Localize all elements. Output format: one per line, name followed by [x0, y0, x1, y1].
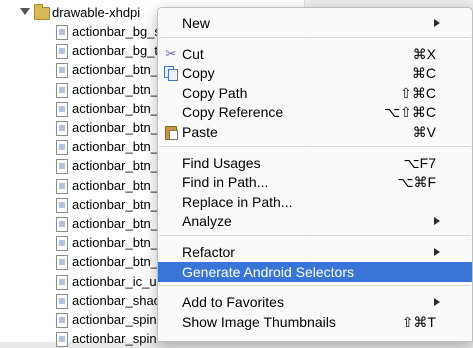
menu-item-label: Analyze	[182, 213, 232, 230]
menu-item-shortcut: ⇧⌘T	[401, 313, 436, 330]
file-name: actionbar_btn_	[72, 158, 159, 174]
image-file-icon	[56, 25, 68, 40]
paste-icon	[164, 125, 178, 140]
image-file-icon	[56, 178, 68, 194]
menu-item-replace-in-path[interactable]: Replace in Path...	[158, 192, 472, 212]
menu-item-shortcut: ⌘X	[412, 45, 436, 62]
menu-item-label: Find Usages	[182, 154, 261, 171]
file-name: actionbar_ic_u	[72, 273, 157, 289]
menu-item-find-usages[interactable]: Find Usages ⌥F7	[158, 153, 472, 173]
submenu-arrow-icon	[434, 298, 440, 307]
file-name: actionbar_btn_	[72, 235, 159, 251]
menu-item-shortcut: ⌥F7	[403, 154, 436, 171]
menu-item-refactor[interactable]: Refactor	[158, 242, 472, 262]
image-file-icon	[56, 197, 68, 213]
menu-item-shortcut: ⇧⌘C	[400, 84, 436, 101]
menu-separator	[159, 235, 471, 236]
menu-item-label: Show Image Thumbnails	[182, 313, 336, 330]
file-name: actionbar_btn_	[72, 254, 159, 270]
menu-item-label: Refactor	[182, 244, 235, 260]
file-name: actionbar_btn_	[72, 100, 159, 116]
menu-separator	[159, 145, 471, 147]
image-file-icon	[56, 82, 68, 98]
file-name: actionbar_btn_	[72, 177, 159, 193]
image-file-icon	[56, 44, 68, 60]
menu-item-label: Copy Path	[182, 84, 248, 101]
file-name: actionbar_btn_	[72, 216, 159, 231]
menu-separator	[159, 285, 471, 287]
menu-item-shortcut: ⌥⇧⌘C	[384, 104, 436, 121]
menu-item-cut[interactable]: ✂ Cut ⌘X	[158, 44, 472, 64]
menu-item-label: Paste	[182, 124, 218, 140]
file-name: actionbar_spin	[72, 312, 157, 327]
image-file-icon	[56, 101, 68, 117]
image-file-icon	[56, 332, 68, 348]
menu-item-copy-reference[interactable]: Copy Reference ⌥⇧⌘C	[158, 102, 472, 122]
menu-item-paste[interactable]: Paste ⌘V	[158, 122, 472, 142]
image-file-icon	[56, 63, 68, 79]
image-file-icon	[56, 121, 68, 136]
file-name: actionbar_spin	[72, 331, 157, 347]
menu-item-label: Replace in Path...	[182, 193, 293, 210]
file-name: actionbar_btn_	[72, 139, 159, 155]
image-file-icon	[56, 255, 68, 271]
copy-icon	[164, 66, 178, 82]
image-file-icon	[56, 217, 68, 232]
image-file-icon	[56, 140, 68, 156]
file-name: actionbar_shac	[72, 292, 161, 308]
menu-item-copy[interactable]: Copy ⌘C	[158, 63, 472, 83]
menu-item-copy-path[interactable]: Copy Path ⇧⌘C	[158, 83, 472, 103]
folder-icon	[34, 4, 50, 20]
folder-label: drawable-xhdpi	[52, 5, 141, 20]
file-name: actionbar_btn_	[72, 81, 159, 97]
image-file-icon	[56, 274, 68, 290]
menu-item-label: Copy	[182, 65, 215, 82]
file-name: actionbar_bg_t	[72, 43, 159, 59]
menu-item-show-image-thumbnails[interactable]: Show Image Thumbnails ⇧⌘T	[158, 312, 472, 332]
menu-item-new[interactable]: New	[158, 13, 472, 33]
submenu-arrow-icon	[434, 19, 440, 27]
menu-item-shortcut: ⌘V	[412, 124, 436, 140]
expand-arrow-icon[interactable]	[20, 8, 30, 15]
file-name: actionbar_btn_	[72, 62, 159, 78]
menu-item-analyze[interactable]: Analyze	[158, 211, 472, 231]
menu-item-generate-android-selectors[interactable]: Generate Android Selectors	[158, 261, 472, 282]
image-file-icon	[56, 293, 68, 309]
menu-item-label: Cut	[182, 45, 204, 62]
menu-separator	[159, 36, 471, 38]
menu-item-find-in-path[interactable]: Find in Path... ⌥⌘F	[158, 172, 472, 192]
submenu-arrow-icon	[434, 217, 440, 226]
menu-item-label: Add to Favorites	[182, 294, 284, 311]
image-file-icon	[56, 236, 68, 252]
file-name: actionbar_bg_s	[72, 24, 161, 39]
menu-item-add-to-favorites[interactable]: Add to Favorites	[158, 292, 472, 312]
file-name: actionbar_btn_	[72, 120, 159, 135]
menu-item-shortcut: ⌘C	[411, 65, 436, 82]
context-menu: New ✂ Cut ⌘X Copy ⌘C Copy Path ⇧⌘C Copy Referenc…	[157, 7, 473, 342]
menu-item-label: Generate Android Selectors	[182, 263, 354, 280]
menu-item-label: New	[182, 15, 211, 31]
menu-item-shortcut: ⌥⌘F	[397, 174, 436, 191]
submenu-arrow-icon	[434, 248, 440, 256]
menu-item-label: Find in Path...	[182, 174, 269, 191]
image-file-icon	[56, 313, 68, 328]
menu-item-label: Copy Reference	[182, 104, 284, 121]
scissors-icon: ✂	[165, 45, 177, 61]
image-file-icon	[56, 159, 68, 175]
file-name: actionbar_btn_	[72, 196, 159, 212]
